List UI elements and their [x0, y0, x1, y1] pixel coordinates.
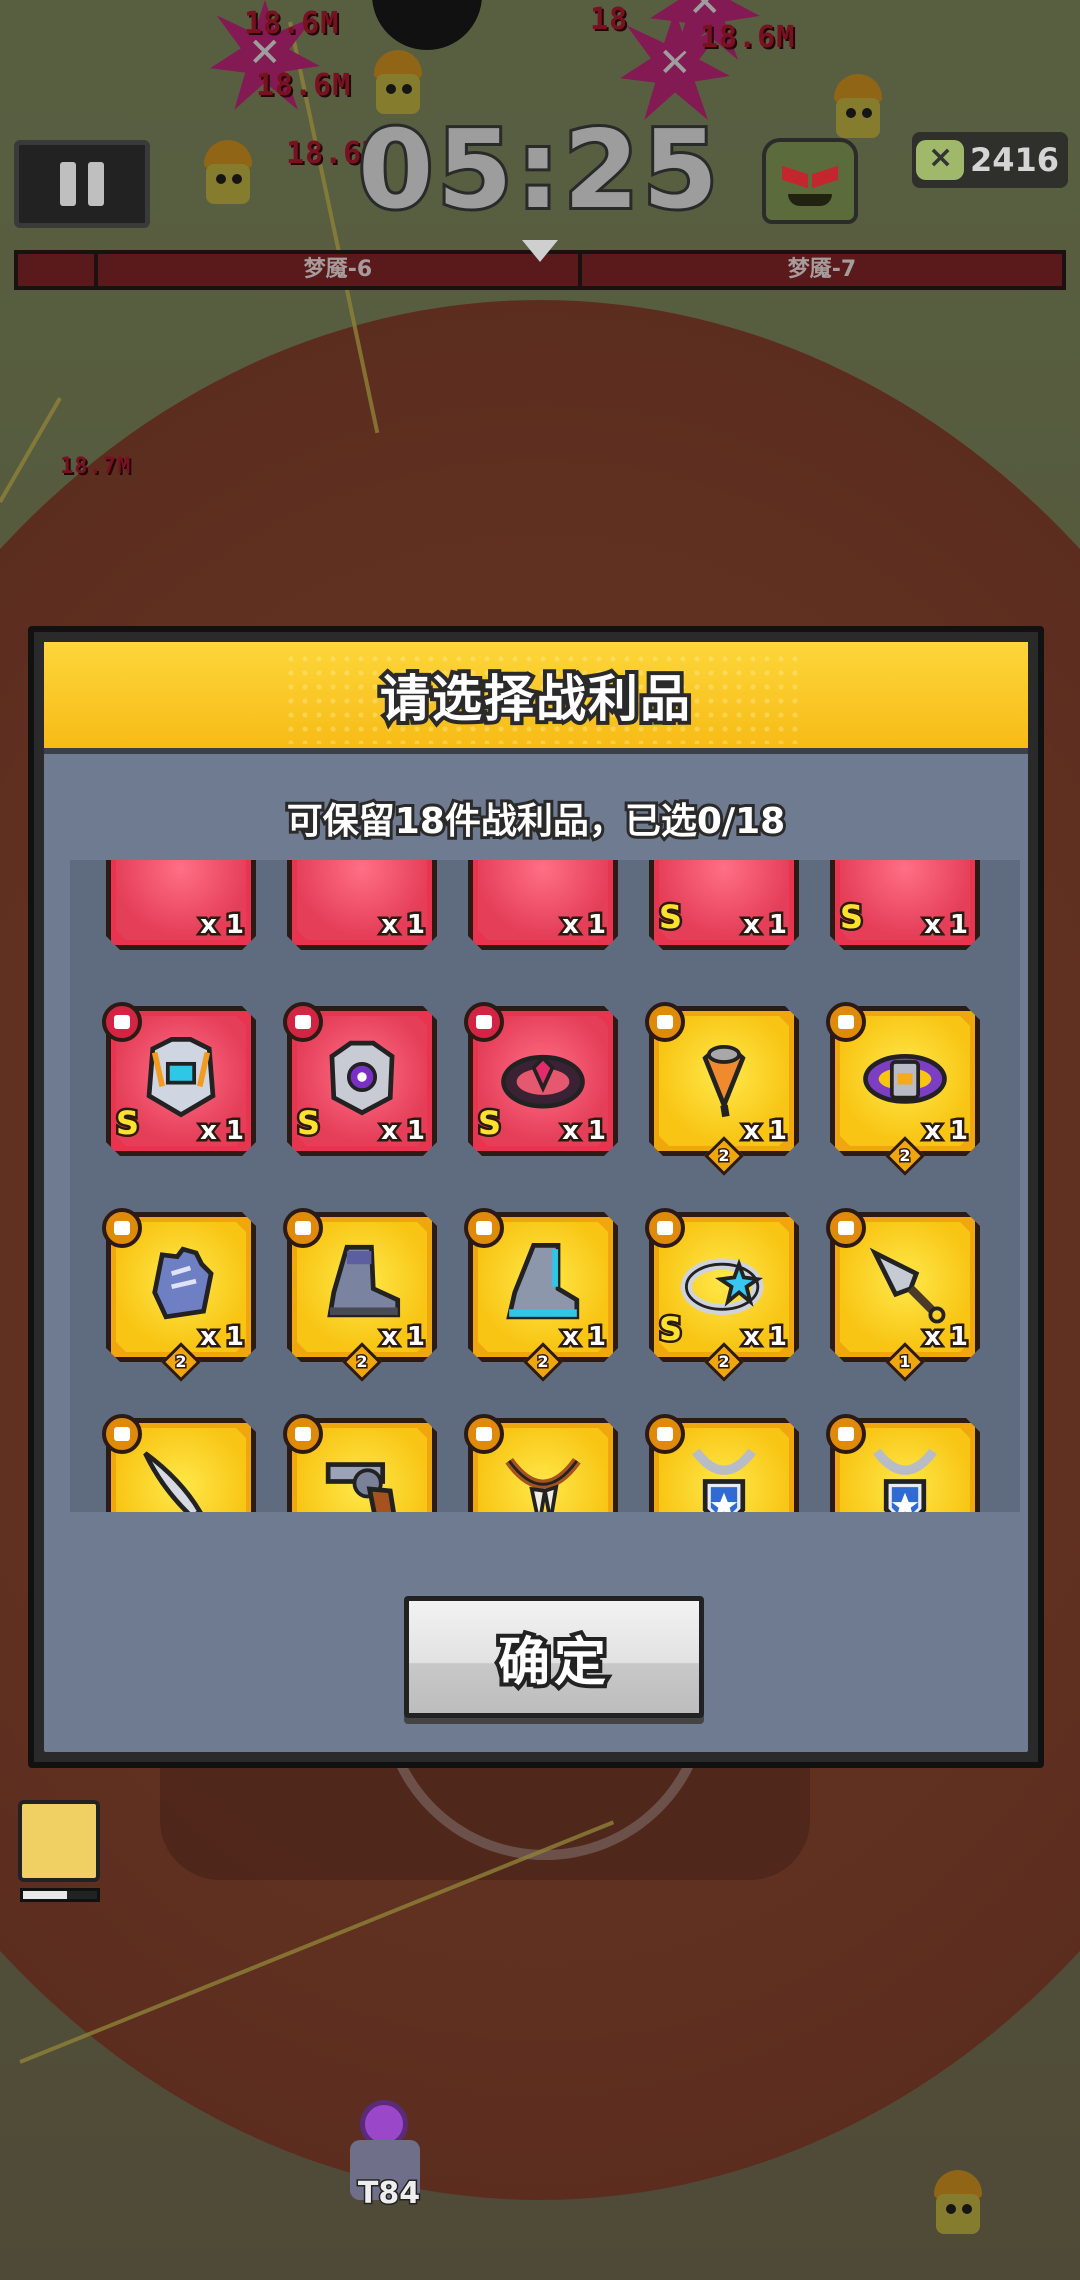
kunai-icon [858, 1236, 952, 1330]
dark-belt-icon [496, 1030, 590, 1124]
item-count: x 1 [922, 908, 971, 943]
loot-item-card[interactable]: x 1 [287, 860, 437, 950]
drumstick-icon [677, 1030, 771, 1124]
gauntlet-icon [134, 1236, 228, 1330]
game-timer: 05:25 [355, 105, 722, 236]
purple-belt-icon [858, 1030, 952, 1124]
s-grade-badge: S [656, 896, 684, 939]
star-ring-icon [677, 1236, 771, 1330]
wave-segment [18, 254, 98, 286]
s-grade-badge: S [656, 1308, 684, 1351]
loot-grid-content: x 1x 1x 1Sx 1Sx 1Sx 1Sx 1Sx 1x 12x 12x 1… [70, 860, 1020, 1512]
s-grade-badge: S [294, 1102, 322, 1145]
item-count: x 1 [560, 908, 609, 943]
loot-item-card[interactable]: x 1 [283, 1414, 437, 1512]
loot-item-card[interactable]: x 12 [283, 1208, 437, 1382]
loot-item-card[interactable]: Sx 1 [102, 1002, 256, 1156]
confirm-button[interactable]: 确定 [404, 1596, 704, 1718]
skill-slot[interactable] [18, 1800, 100, 1882]
kill-counter: 2416 [912, 132, 1068, 188]
item-count: x 1 [741, 1114, 790, 1149]
item-count: x 1 [379, 1320, 428, 1355]
pause-button[interactable] [14, 140, 150, 228]
item-count: x 1 [741, 908, 790, 943]
s-grade-badge: S [475, 1102, 503, 1145]
wave-pointer-icon [522, 240, 558, 262]
fang-necklace-icon [496, 1442, 590, 1512]
loot-item-card[interactable]: x 1 [464, 1414, 618, 1512]
boot-icon [315, 1236, 409, 1330]
loot-item-card[interactable]: x 11 [826, 1208, 980, 1382]
badge-necklace-icon [858, 1442, 952, 1512]
pause-icon [60, 162, 76, 206]
loot-item-card[interactable]: x 1 [102, 1414, 256, 1512]
machete-icon [134, 1442, 228, 1512]
item-count: x 1 [379, 908, 428, 943]
loot-item-card[interactable]: x 12 [645, 1002, 799, 1176]
skill-cooldown-bar [20, 1888, 100, 1902]
item-count: x 1 [922, 1320, 971, 1355]
loot-item-card[interactable]: Sx 1 [649, 860, 799, 950]
loot-grid[interactable]: x 1x 1x 1Sx 1Sx 1Sx 1Sx 1Sx 1x 12x 12x 1… [70, 860, 1020, 1512]
item-count: x 1 [198, 1114, 247, 1149]
dialog-title: 请选择战利品 [376, 666, 694, 732]
player-label: T84 [356, 2175, 421, 2213]
item-count: x 1 [741, 1320, 790, 1355]
wave-segment: 梦魇-6 [98, 254, 582, 286]
loot-item-card[interactable]: Sx 1 [283, 1002, 437, 1156]
loot-item-card[interactable]: Sx 1 [830, 860, 980, 950]
item-count: x 1 [560, 1114, 609, 1149]
loot-selection-dialog: 请选择战利品 可保留18件战利品，已选0/18 x 1x 1x 1Sx 1Sx … [28, 626, 1044, 1768]
loot-item-card[interactable]: x 1 [106, 860, 256, 950]
boss-icon [762, 138, 858, 224]
kill-count: 2416 [970, 141, 1060, 179]
item-count: x 1 [379, 1114, 428, 1149]
item-count: x 1 [198, 1320, 247, 1355]
loot-item-card[interactable]: x 1 [645, 1414, 799, 1512]
loot-item-card[interactable]: Sx 1 [464, 1002, 618, 1156]
revolver-icon [315, 1442, 409, 1512]
loot-item-card[interactable]: x 12 [102, 1208, 256, 1382]
s-grade-badge: S [113, 1102, 141, 1145]
skull-icon [916, 140, 964, 180]
tech-boot-icon [496, 1236, 590, 1330]
loot-item-card[interactable]: x 12 [464, 1208, 618, 1382]
confirm-label: 确定 [494, 1629, 610, 1697]
loot-item-card[interactable]: Sx 12 [645, 1208, 799, 1382]
loot-item-card[interactable]: x 1 [468, 860, 618, 950]
selection-counter: 可保留18件战利品，已选0/18 [284, 798, 788, 845]
item-count: x 1 [560, 1320, 609, 1355]
item-count: x 1 [198, 908, 247, 943]
pause-icon [88, 162, 104, 206]
dialog-header: 请选择战利品 [44, 642, 1028, 754]
dialog-body: 请选择战利品 可保留18件战利品，已选0/18 x 1x 1x 1Sx 1Sx … [44, 642, 1028, 1752]
s-grade-badge: S [837, 896, 865, 939]
gear-chestplate-icon [315, 1030, 409, 1124]
item-count: x 1 [922, 1114, 971, 1149]
loot-item-card[interactable]: x 12 [826, 1002, 980, 1176]
wave-segment: 梦魇-7 [582, 254, 1062, 286]
badge-necklace-icon [677, 1442, 771, 1512]
mech-chestplate-icon [134, 1030, 228, 1124]
loot-item-card[interactable]: x 1 [826, 1414, 980, 1512]
